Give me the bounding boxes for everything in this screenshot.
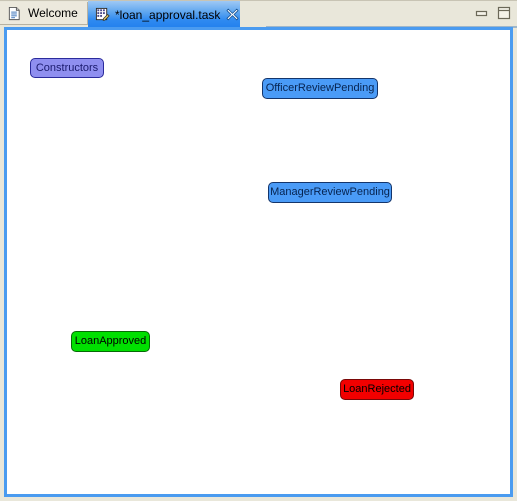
tab-welcome-label: Welcome [28, 6, 78, 20]
editor-window: Welcome *loan_approval.task Constructors… [0, 0, 517, 501]
tab-loan-approval-task[interactable]: *loan_approval.task [88, 1, 246, 28]
node-manager-review-pending-label: ManagerReviewPending [270, 186, 390, 198]
tab-welcome[interactable]: Welcome [0, 2, 88, 25]
node-loan-approved-label: LoanApproved [74, 335, 147, 347]
node-manager-review-pending[interactable]: ManagerReviewPending [268, 182, 392, 203]
document-icon [8, 6, 20, 20]
window-controls [475, 6, 511, 20]
close-icon[interactable] [226, 8, 239, 21]
node-loan-approved[interactable]: LoanApproved [71, 331, 150, 352]
diagram-canvas[interactable]: Constructors OfficerReviewPending Manage… [4, 27, 513, 497]
node-officer-review-pending[interactable]: OfficerReviewPending [262, 78, 378, 99]
node-constructors-label: Constructors [35, 61, 99, 74]
tab-loan-approval-task-label: *loan_approval.task [115, 7, 221, 22]
task-editor-icon [95, 7, 110, 21]
editor-tab-bar: Welcome *loan_approval.task [0, 0, 517, 28]
node-constructors[interactable]: Constructors [30, 58, 104, 78]
node-loan-rejected[interactable]: LoanRejected [340, 379, 414, 400]
minimize-icon[interactable] [475, 8, 488, 19]
node-loan-rejected-label: LoanRejected [343, 383, 411, 395]
maximize-icon[interactable] [497, 6, 511, 20]
node-officer-review-pending-label: OfficerReviewPending [265, 82, 375, 94]
